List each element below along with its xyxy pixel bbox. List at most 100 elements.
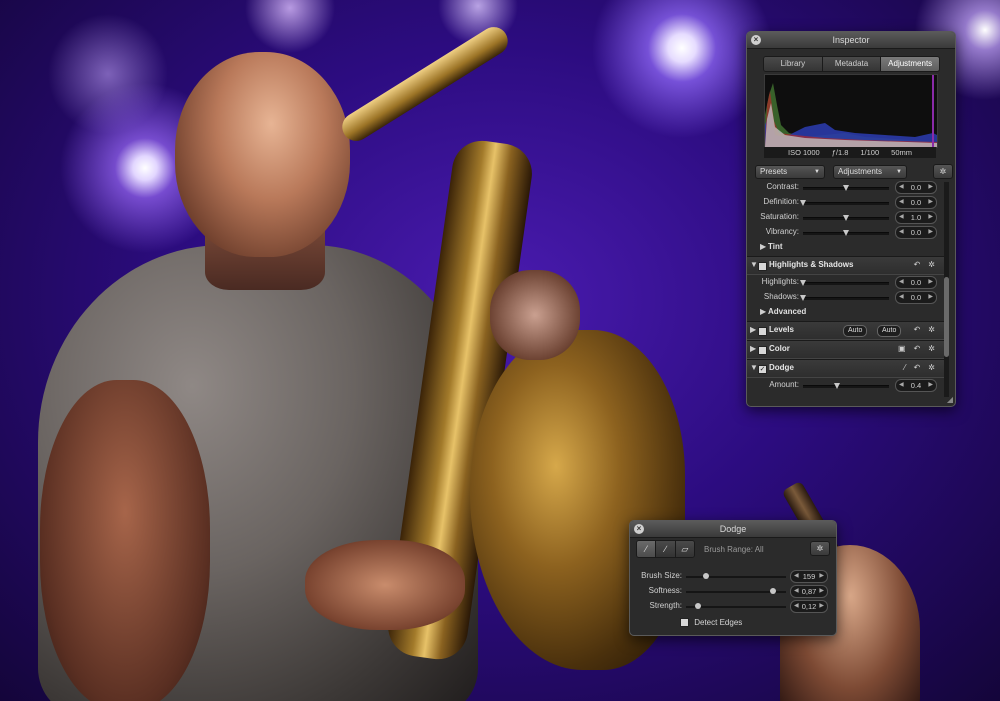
adjustment-row-amount: Amount: ◀ 0.4 ▶ [747,378,945,393]
tab-metadata[interactable]: Metadata [822,57,882,71]
detect-edges-option[interactable]: Detect Edges [680,618,742,629]
vibrancy-slider[interactable] [803,230,889,236]
levels-title: Levels [769,325,794,334]
levels-auto-rgb-button[interactable]: Auto [877,325,902,337]
slider-thumb[interactable] [834,383,841,389]
tab-adjustments[interactable]: Adjustments [881,57,939,71]
adjustment-row-vibrancy: Vibrancy: ◀ 0.0 ▶ [747,225,945,240]
undo-icon[interactable]: ↶ [914,344,921,353]
saxophonist-hand [305,540,465,630]
brush-icon[interactable]: ⁄ [637,541,657,557]
scrollbar-thumb[interactable] [944,277,949,357]
softness-label: Softness: [648,586,682,595]
slider-thumb[interactable] [843,230,849,236]
slider-thumb[interactable] [695,603,701,609]
slider-thumb[interactable] [800,200,806,206]
tab-library[interactable]: Library [764,57,823,71]
dodge-checkbox[interactable]: ✓ [758,365,767,374]
inspector-title: Inspector [832,35,870,45]
color-checkbox[interactable] [758,346,767,355]
disclosure-triangle-icon[interactable]: ▶ [750,344,756,353]
close-icon[interactable]: × [634,524,644,534]
slider-thumb[interactable] [800,295,806,301]
levels-checkbox[interactable] [758,327,767,336]
amount-slider[interactable] [803,383,889,389]
undo-icon[interactable]: ↶ [914,260,921,269]
levels-header[interactable]: ▶ Levels Auto Auto ↶ ✲ [747,321,945,340]
detect-edges-label: Detect Edges [694,618,743,628]
amount-value-field[interactable]: ◀ 0.4 ▶ [895,379,937,392]
slider-thumb[interactable] [770,588,776,594]
saturation-value-field[interactable]: ◀ 1.0 ▶ [895,211,937,224]
dodge-title: Dodge [769,363,794,372]
gear-icon[interactable]: ✲ [928,363,935,372]
softness-slider[interactable] [686,588,786,594]
shadows-value-field[interactable]: ◀ 0.0 ▶ [895,291,937,304]
gear-icon[interactable]: ✲ [928,344,935,353]
adjustment-row-definition: Definition: ◀ 0.0 ▶ [747,195,945,210]
inspector-titlebar[interactable]: × Inspector [747,32,955,49]
adjustments-popup[interactable]: Adjustments ▼ [833,165,907,179]
brush-icon[interactable]: ⁄ [904,363,905,372]
detect-edges-checkbox[interactable] [680,618,689,628]
shutter-value: 1/100 [860,148,880,157]
shadows-slider[interactable] [800,295,889,301]
disclosure-triangle-icon[interactable]: ▶ [760,242,766,251]
highlights-shadows-header[interactable]: ▼ Highlights & Shadows ↶ ✲ [747,256,945,275]
eyedropper-icon[interactable]: ▣ [898,344,906,353]
histogram-graph [765,75,937,147]
histogram [764,74,938,148]
presets-popup[interactable]: Presets ▼ [755,165,825,179]
strength-row: Strength: ◀ 0,12 ▶ [630,599,835,614]
dodge-header[interactable]: ▼ ✓ Dodge ⁄ ↶ ✲ [747,359,945,378]
inspector-scrollbar[interactable] [944,182,949,397]
chevron-down-icon: ▼ [896,169,902,175]
saxophonist-arm [40,380,210,701]
amount-label: Amount: [769,380,799,389]
strength-slider[interactable] [686,603,786,609]
levels-auto-button[interactable]: Auto [843,325,868,337]
gear-icon[interactable]: ✲ [928,325,935,334]
brush-size-slider[interactable] [686,573,786,579]
close-icon[interactable]: × [751,35,761,45]
advanced-label: Advanced [768,307,807,316]
adjustments-list: Contrast: ◀ 0.0 ▶ Definition: ◀ 0.0 ▶ Satura… [747,181,945,406]
contrast-value-field[interactable]: ◀ 0.0 ▶ [895,181,937,194]
brush-size-value-field[interactable]: ◀ 159 ▶ [790,570,828,583]
highlights-shadows-title: Highlights & Shadows [769,260,854,269]
highlights-value-field[interactable]: ◀ 0.0 ▶ [895,276,937,289]
softness-value-field[interactable]: ◀ 0,87 ▶ [790,585,828,598]
slider-thumb[interactable] [800,280,806,286]
gear-icon[interactable]: ✲ [810,541,830,556]
highlights-slider[interactable] [800,280,889,286]
highlights-shadows-checkbox[interactable] [758,262,767,271]
definition-value-field[interactable]: ◀ 0.0 ▶ [895,196,937,209]
advanced-disclosure[interactable]: ▶ Advanced [747,305,945,320]
disclosure-triangle-icon[interactable]: ▶ [750,325,756,334]
shadows-label: Shadows: [763,292,799,301]
contrast-slider[interactable] [803,185,889,191]
slider-thumb[interactable] [703,573,709,579]
resize-handle-icon[interactable]: ◢ [947,395,953,404]
inspector-panel: × Inspector Library Metadata Adjustments… [746,31,956,407]
saturation-slider[interactable] [803,215,889,221]
dodge-hud-titlebar[interactable]: × Dodge [630,521,836,538]
strength-value-field[interactable]: ◀ 0,12 ▶ [790,600,828,613]
slider-thumb[interactable] [843,185,849,191]
vibrancy-value-field[interactable]: ◀ 0.0 ▶ [895,226,937,239]
undo-icon[interactable]: ↶ [914,363,921,372]
color-header[interactable]: ▶ Color ▣ ↶ ✲ [747,340,945,359]
softness-row: Softness: ◀ 0,87 ▶ [630,584,835,599]
gear-icon[interactable]: ✲ [928,260,935,269]
undo-icon[interactable]: ↶ [914,325,921,334]
contrast-label: Contrast: [766,182,799,191]
feather-icon[interactable]: ∕ [656,541,676,557]
tint-disclosure[interactable]: ▶ Tint [747,240,945,255]
eraser-icon[interactable]: ▱ [675,541,694,557]
slider-thumb[interactable] [843,215,849,221]
gear-icon[interactable]: ✲ [933,164,953,179]
disclosure-triangle-icon[interactable]: ▶ [760,307,766,316]
disclosure-triangle-icon[interactable]: ▼ [750,260,758,269]
definition-slider[interactable] [800,200,889,206]
disclosure-triangle-icon[interactable]: ▼ [750,363,758,372]
